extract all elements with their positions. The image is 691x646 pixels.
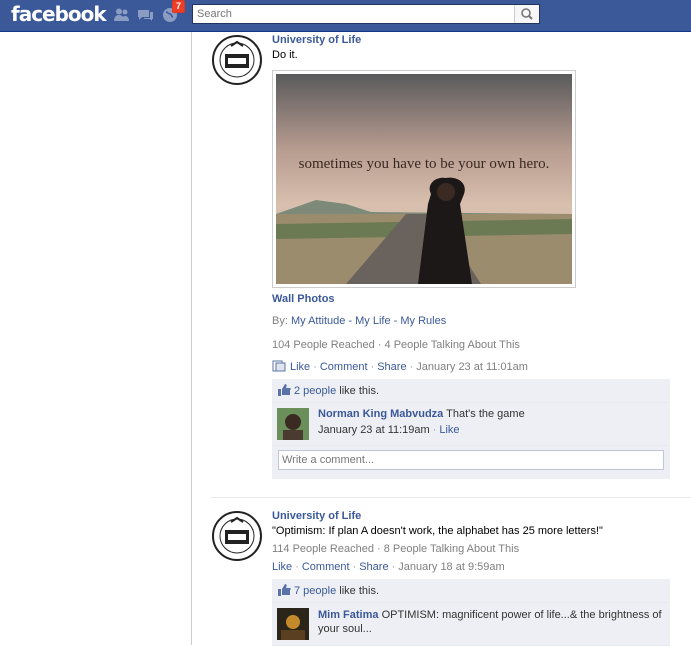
feedback-box: 7 people like this. Mim Fatima OPTIMISM:…	[272, 579, 670, 646]
likes-count-link[interactable]: 2 people	[294, 385, 336, 397]
thumbs-up-icon	[278, 384, 291, 396]
story-divider	[211, 497, 691, 498]
likes-summary: 7 people like this.	[272, 579, 670, 603]
comment-item: Mim Fatima OPTIMISM: magnificent power o…	[272, 603, 670, 646]
by-label: By:	[272, 315, 291, 327]
comment-link[interactable]: Comment	[302, 561, 350, 573]
search-button[interactable]	[514, 5, 539, 23]
thumbs-up-icon	[278, 584, 291, 596]
likes-summary: 2 people like this.	[272, 379, 670, 403]
search-input[interactable]	[193, 5, 517, 23]
comment-composer: Write a comment...	[272, 450, 670, 479]
page-avatar[interactable]	[211, 510, 263, 562]
likes-suffix: like this.	[336, 585, 380, 597]
comment-meta: January 23 at 11:19am · Like	[318, 424, 460, 436]
comment-timestamp[interactable]: January 23 at 11:19am	[318, 424, 430, 436]
page-avatar[interactable]	[211, 34, 263, 86]
post-timestamp[interactable]: January 23 at 11:01am	[416, 361, 528, 373]
album-icon	[272, 360, 286, 372]
share-link[interactable]: Share	[377, 361, 406, 373]
album-owner-link[interactable]: My Attitude - My Life - My Rules	[291, 315, 446, 327]
search-icon	[521, 8, 533, 20]
album-byline: By: My Attitude - My Life - My Rules	[272, 315, 670, 327]
likes-suffix: like this.	[336, 385, 380, 397]
post-stats: 104 People Reached · 4 People Talking Ab…	[272, 339, 520, 351]
feedback-box: 2 people like this. Norman King Mabvudza…	[272, 379, 670, 479]
photo-image	[276, 74, 572, 284]
commenter-avatar[interactable]	[277, 408, 309, 440]
post-message: "Optimism: If plan A doesn't work, the a…	[272, 525, 603, 537]
album-title[interactable]: Wall Photos	[272, 293, 670, 305]
post-actions: Like · Comment · Share · January 18 at 9:59am	[272, 561, 505, 573]
messages-icon[interactable]	[137, 7, 154, 23]
comment-like-link[interactable]: Like	[439, 424, 459, 436]
top-bar: facebook 7	[0, 0, 691, 32]
comment-input[interactable]: Write a comment...	[278, 450, 664, 470]
like-link[interactable]: Like	[290, 361, 310, 373]
search-box	[192, 4, 540, 24]
comment-link[interactable]: Comment	[320, 361, 368, 373]
post-actions: Like · Comment · Share · January 23 at 11:01am	[272, 360, 670, 373]
share-link[interactable]: Share	[359, 561, 388, 573]
post-author[interactable]: University of Life	[272, 34, 670, 46]
post-photo[interactable]: sometimes you have to be your own hero.	[272, 70, 576, 288]
post-message: Do it.	[272, 49, 298, 61]
post-author[interactable]: University of Life	[272, 510, 670, 522]
left-column-divider	[191, 32, 192, 645]
likes-count-link[interactable]: 7 people	[294, 585, 336, 597]
notifications-badge[interactable]: 7	[172, 0, 186, 13]
commenter-avatar[interactable]	[277, 608, 309, 640]
comment-body: That's the game	[443, 408, 525, 420]
facebook-logo[interactable]: facebook	[11, 2, 107, 26]
post-stats: 114 People Reached · 8 People Talking Ab…	[272, 543, 520, 555]
post-timestamp[interactable]: January 18 at 9:59am	[398, 561, 504, 573]
commenter-name[interactable]: Norman King Mabvudza	[318, 408, 443, 420]
commenter-name[interactable]: Mim Fatima	[318, 609, 379, 621]
like-link[interactable]: Like	[272, 561, 292, 573]
comment-item: Norman King Mabvudza That's the game Jan…	[272, 403, 670, 446]
photo-caption: sometimes you have to be your own hero.	[298, 156, 550, 172]
friend-requests-icon[interactable]	[113, 7, 130, 23]
